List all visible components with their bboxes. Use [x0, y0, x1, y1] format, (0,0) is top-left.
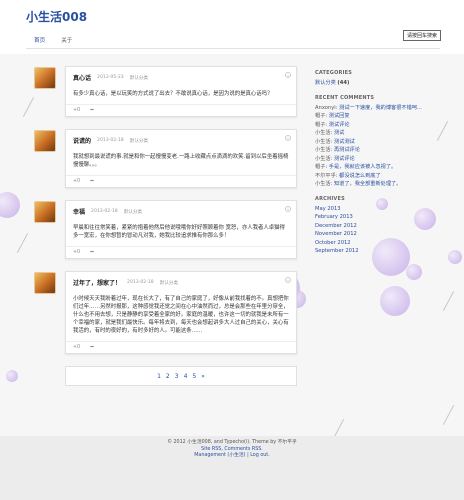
page-link-1[interactable]: 1	[157, 373, 161, 380]
header-divider	[26, 48, 440, 49]
comment-item: 小生活: 测试	[315, 130, 345, 136]
comment-link[interactable]: 测试回复	[329, 113, 350, 119]
post-card: 幸福 2013-02-18 默认分类 ⌄ 早晨和往往常笑着，紧紧的抱着他然后他说…	[34, 200, 297, 259]
page-link-3[interactable]: 3	[175, 373, 179, 380]
comment-item: 小生活: 知道了，我全部重新处理了。	[315, 181, 402, 187]
comment-link[interactable]: 测试测试	[334, 139, 355, 145]
next-page-link[interactable]: »	[201, 373, 205, 380]
comment-link[interactable]: 再测试评论	[334, 147, 360, 153]
comment-item: 小生活: 再测试评论	[315, 147, 360, 153]
post-list: 真心话 2013-05-23 默认分类 ⌄ 有多少真心话，是以玩笑的方式说了出去…	[33, 66, 297, 386]
post-card: 真心话 2013-05-23 默认分类 ⌄ 有多少真心话，是以玩笑的方式说了出去…	[34, 66, 297, 117]
site-title[interactable]: 小生活008	[26, 8, 87, 25]
plus-count[interactable]: +0	[73, 250, 80, 255]
comment-author: 不尔平乎	[315, 172, 336, 179]
avatar	[34, 201, 56, 223]
comment-link[interactable]: 测试评论	[334, 156, 355, 162]
post-date: 2013-02-18	[91, 209, 118, 214]
post-card: 说谎的 2013-02-18 默认分类 ⌄ 我就想到最说谎的事.就是和你一起慢慢…	[34, 129, 297, 188]
plus-count[interactable]: +0	[73, 179, 80, 184]
share-icon[interactable]: ➦	[90, 179, 94, 184]
category-count: (44)	[337, 80, 350, 86]
share-icon[interactable]: ➦	[90, 108, 94, 113]
comment-item: 小生活: 测试评论	[315, 155, 355, 162]
comment-author: Anxonyi	[315, 104, 336, 111]
archive-link[interactable]: November 2012	[315, 231, 357, 237]
comment-item: Anxonyi: 测试一下速度，我的博客很不错呵...	[315, 104, 422, 111]
site-footer: © 2012 小生活008, and Typecho(i). Theme by …	[0, 436, 464, 500]
sidebar: CATEGORIES 默认分类 (44) RECENT COMMENTS Anx…	[315, 70, 440, 263]
comment-link[interactable]: 都没说怎么到底了	[339, 173, 381, 179]
post-title[interactable]: 真心话	[73, 73, 91, 82]
archives-list: May 2013 February 2013 December 2012 Nov…	[315, 205, 440, 256]
post-excerpt: 我就想到最说谎的事.就是和你一起慢慢变老.一路上收藏点点滴滴的欢笑.留到以后坐着…	[66, 149, 296, 176]
search-input[interactable]: 请按回车搜索	[402, 30, 441, 41]
archive-link[interactable]: December 2012	[315, 223, 357, 229]
chevron-down-icon[interactable]: ⌄	[285, 277, 291, 283]
archive-link[interactable]: October 2012	[315, 240, 351, 246]
comment-item: 帽子: 测试回复	[315, 113, 350, 119]
comment-link[interactable]: 测试	[334, 130, 344, 136]
comment-author: 小生活	[315, 155, 331, 162]
comment-author: 小生活	[315, 138, 331, 145]
comment-item: 帽子: 测试评论	[315, 121, 350, 128]
comment-author: 帽子	[315, 113, 326, 119]
post-category[interactable]: 默认分类	[130, 75, 148, 81]
recent-comments-heading: RECENT COMMENTS	[315, 94, 375, 101]
plus-count[interactable]: +0	[73, 108, 80, 113]
plus-count[interactable]: +0	[73, 345, 80, 350]
chevron-down-icon[interactable]: ⌄	[285, 72, 291, 78]
post-excerpt: 早晨和往往常笑着，紧紧的抱着他然后他说哦哦你好好照顾着你 宽恕，亦人我者人卓猫得…	[66, 220, 296, 247]
share-icon[interactable]: ➦	[90, 250, 94, 255]
post-date: 2013-05-23	[97, 75, 124, 80]
post-category[interactable]: 默认分类	[160, 280, 178, 286]
post-category[interactable]: 默认分类	[124, 209, 142, 215]
share-icon[interactable]: ➦	[90, 345, 94, 350]
comment-author: 小生活	[315, 147, 331, 153]
comment-link[interactable]: 测试一下速度，我的博客很不错呵...	[339, 105, 422, 111]
avatar	[34, 67, 56, 89]
comment-item: 小生活: 测试测试	[315, 138, 355, 145]
post-title[interactable]: 说谎的	[73, 136, 91, 145]
avatar	[34, 272, 56, 294]
post-card: 过年了，想家了！ 2013-02-18 默认分类 ⌄ 小时候天天我盼着过年，现在…	[34, 271, 297, 354]
post-category[interactable]: 默认分类	[130, 138, 148, 144]
comment-author: 小生活	[315, 130, 331, 136]
chevron-down-icon[interactable]: ⌄	[285, 135, 291, 141]
comment-author: 小生活	[315, 181, 331, 187]
archives-heading: ARCHIVES	[315, 195, 345, 202]
post-excerpt: 有多少真心话，是以玩笑的方式说了出去？不敢说真心话，是因为说的是真心话吗？	[66, 86, 296, 105]
footer-rss-links[interactable]: Site RSS, Comments RSS.	[201, 447, 263, 452]
categories-heading: CATEGORIES	[315, 70, 353, 76]
page-link-4[interactable]: 4	[184, 373, 188, 380]
category-link[interactable]: 默认分类	[315, 80, 336, 86]
comment-author: 帽子	[315, 164, 326, 170]
page-link-2[interactable]: 2	[166, 373, 170, 380]
post-date: 2013-02-18	[97, 138, 124, 143]
footer-admin-links[interactable]: Management (小生活) | Log out.	[194, 453, 269, 458]
post-excerpt: 小时候天天我盼着过年，现在长大了，有了自己的家庭了，好像从前我找着的不。真想把你…	[66, 291, 296, 342]
page-link-5[interactable]: 5	[192, 373, 196, 380]
comment-link[interactable]: 知道了，我全部重新处理了。	[334, 181, 401, 187]
site-header: 小生活008 首页 关于 请按回车搜索	[0, 0, 464, 54]
post-date: 2013-02-18	[127, 280, 154, 285]
pagination: 1 2 3 4 5 »	[65, 366, 297, 386]
archive-link[interactable]: May 2013	[315, 206, 341, 212]
archive-link[interactable]: February 2013	[315, 214, 353, 220]
comment-link[interactable]: 手是，我就应该被人忽视了。	[329, 164, 396, 170]
chevron-down-icon[interactable]: ⌄	[285, 206, 291, 212]
avatar	[34, 130, 56, 152]
category-item: 默认分类 (44)	[315, 79, 440, 88]
post-title[interactable]: 过年了，想家了！	[73, 278, 121, 287]
post-title[interactable]: 幸福	[73, 207, 85, 216]
comment-item: 帽子: 手是，我就应该被人忽视了。	[315, 164, 397, 170]
archive-link[interactable]: September 2012	[315, 248, 359, 254]
comment-item: 不尔平乎: 都没说怎么到底了	[315, 172, 381, 179]
comment-link[interactable]: 测试评论	[329, 122, 350, 128]
comment-author: 帽子	[315, 121, 326, 128]
recent-comments-list: Anxonyi: 测试一下速度，我的博客很不错呵... 帽子: 测试回复 帽子:…	[315, 104, 440, 189]
